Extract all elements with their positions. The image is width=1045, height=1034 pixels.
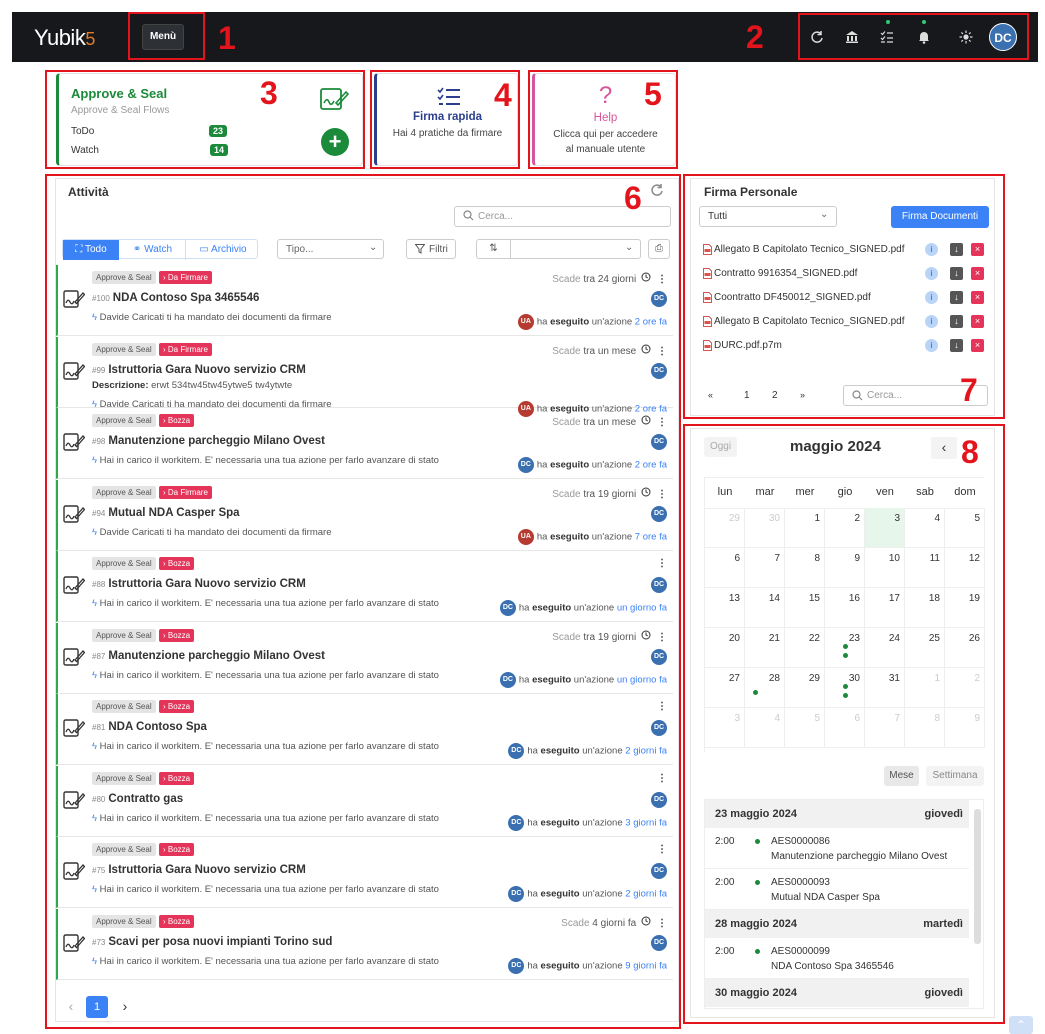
annotation-number-3: 3 <box>260 75 278 111</box>
app-logo[interactable]: Yubik5 <box>34 25 95 51</box>
annotation-box-8 <box>683 424 1005 1024</box>
annotation-box-1 <box>128 12 205 60</box>
scroll-top-button[interactable]: ⌃ <box>1009 1016 1033 1034</box>
annotation-number-7: 7 <box>960 372 978 408</box>
annotation-box-2 <box>798 13 1029 60</box>
annotation-number-6: 6 <box>624 180 642 216</box>
annotation-box-3 <box>45 70 365 169</box>
annotation-number-1: 1 <box>218 20 236 56</box>
annotation-number-8: 8 <box>961 434 979 470</box>
annotation-number-2: 2 <box>746 19 764 55</box>
annotation-number-4: 4 <box>494 77 512 113</box>
annotation-box-6 <box>45 174 681 1029</box>
annotation-number-5: 5 <box>644 76 662 112</box>
annotation-box-7 <box>683 174 1005 419</box>
